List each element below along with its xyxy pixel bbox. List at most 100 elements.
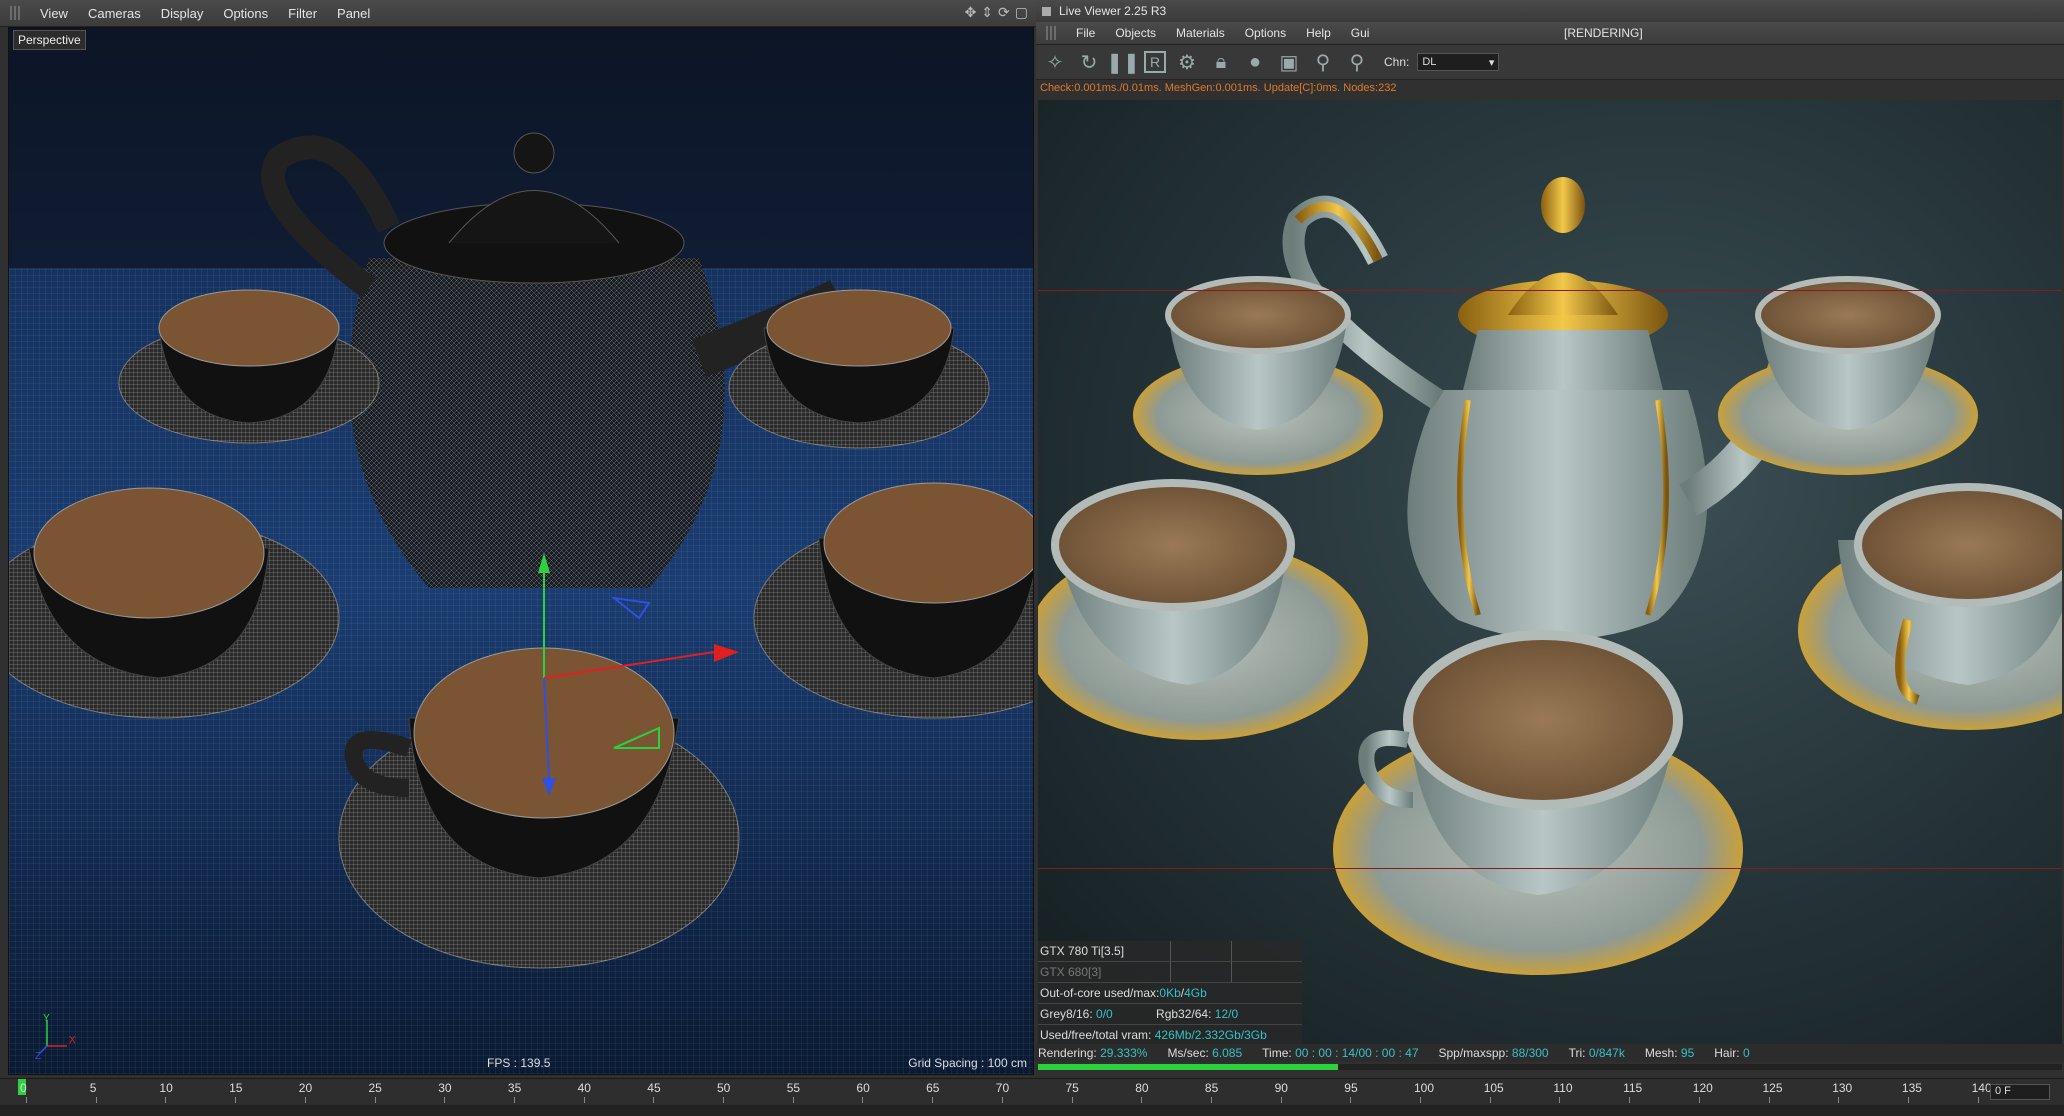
gpu-row[interactable]: GTX 680[3] xyxy=(1038,962,1302,983)
cup-wireframe-front[interactable] xyxy=(338,647,740,969)
lv-menu-materials[interactable]: Materials xyxy=(1166,26,1235,40)
time-label: Time: xyxy=(1262,1046,1292,1060)
wireframe-scene xyxy=(9,132,1033,969)
vram-row: Used/free/total vram: 426Mb/2.332Gb/3Gb xyxy=(1038,1025,1302,1044)
timeline-tick xyxy=(513,1097,515,1103)
timeline-tick xyxy=(444,1097,446,1103)
render-region-icon[interactable]: R xyxy=(1144,51,1166,73)
timeline-tick-label: 115 xyxy=(1623,1081,1643,1095)
gpu-label: GTX 680[3] xyxy=(1040,965,1102,979)
cup-render-back-right[interactable] xyxy=(1718,276,1978,475)
render-status-label: [RENDERING] xyxy=(1564,26,1643,40)
timeline-tick-label: 120 xyxy=(1692,1081,1713,1095)
perspective-viewport[interactable]: Perspective Y X Z FPS : 139.5 Grid Spaci… xyxy=(8,27,1034,1075)
menu-cameras[interactable]: Cameras xyxy=(78,6,151,21)
timeline-tick-label: 105 xyxy=(1483,1081,1504,1095)
timeline-tick xyxy=(1629,1097,1631,1103)
gpu-row[interactable]: GTX 780 Ti[3.5] xyxy=(1038,941,1302,962)
channel-label: Chn: xyxy=(1384,55,1410,69)
menu-view[interactable]: View xyxy=(30,6,78,21)
region-box-icon[interactable]: ▣ xyxy=(1276,49,1302,75)
live-viewer-titlebar[interactable]: Live Viewer 2.25 R3 xyxy=(1036,0,2064,23)
tri-value: 0/847k xyxy=(1588,1046,1625,1060)
timeline-tick-label: 60 xyxy=(856,1081,870,1095)
send-scene-icon[interactable]: ✧ xyxy=(1042,49,1068,75)
cup-render-mid-left[interactable] xyxy=(1038,479,1368,740)
timeline-tick-label: 75 xyxy=(1065,1081,1079,1095)
camera-label[interactable]: Perspective xyxy=(13,30,86,50)
timeline[interactable]: 0 5 10 15 20 25 30 35 40 45 50 55 60 65 70 75 80 85 90 95 10… xyxy=(0,1078,2064,1116)
menu-filter[interactable]: Filter xyxy=(278,6,327,21)
cup-wireframe-back-left[interactable] xyxy=(118,289,380,444)
axis-y-label: Y xyxy=(43,1013,50,1024)
rotate-view-icon[interactable]: ⟳ xyxy=(998,4,1010,21)
cup-wireframe-mid-right[interactable] xyxy=(753,482,1033,719)
cup-render-front[interactable] xyxy=(1333,630,1743,975)
timeline-tick-label: 90 xyxy=(1274,1081,1288,1095)
timeline-tick xyxy=(235,1097,237,1103)
lv-menu-gui[interactable]: Gui xyxy=(1341,26,1380,40)
menu-options[interactable]: Options xyxy=(213,6,278,21)
lv-menu-help[interactable]: Help xyxy=(1296,26,1341,40)
maximize-view-icon[interactable]: ▢ xyxy=(1015,4,1028,21)
menu-display[interactable]: Display xyxy=(151,6,214,21)
live-viewer-title: Live Viewer 2.25 R3 xyxy=(1059,4,1167,18)
timeline-tick-label: 0 xyxy=(20,1081,27,1095)
menu-panel[interactable]: Panel xyxy=(327,6,380,21)
timeline-tick xyxy=(932,1097,934,1103)
timeline-tick xyxy=(1210,1097,1212,1103)
texture-count-row: Grey8/16: 0/0 Rgb32/64: 12/0 xyxy=(1038,1004,1302,1025)
move-view-icon[interactable]: ✥ xyxy=(965,4,977,21)
pick-material-icon[interactable]: ⚲ xyxy=(1344,49,1370,75)
rendering-stat: Rendering: 29.333% xyxy=(1038,1046,1147,1060)
timeline-tick xyxy=(1838,1097,1840,1103)
timeline-tick xyxy=(1768,1097,1770,1103)
grey-value: 0/0 xyxy=(1096,1007,1113,1021)
lv-menu-objects[interactable]: Objects xyxy=(1105,26,1166,40)
dolly-view-icon[interactable]: ⇕ xyxy=(981,4,993,21)
region-guide-top xyxy=(1038,290,2062,291)
hair-stat: Hair: 0 xyxy=(1714,1046,1749,1060)
gpu-label: GTX 780 Ti[3.5] xyxy=(1040,944,1125,958)
current-frame-field[interactable]: 0 F xyxy=(1990,1084,2050,1100)
cup-wireframe-mid-left[interactable] xyxy=(9,487,340,719)
lv-menu-file[interactable]: File xyxy=(1066,26,1105,40)
cup-render-back-left[interactable] xyxy=(1133,276,1383,475)
hair-value: 0 xyxy=(1742,1046,1750,1060)
time-value: 00 : 00 : 14/00 : 00 : 47 xyxy=(1295,1046,1419,1060)
lv-panel-grip-icon[interactable] xyxy=(1046,26,1056,40)
viewport-menubar: View Cameras Display Options Filter Pane… xyxy=(0,0,1036,27)
panel-grip-icon[interactable] xyxy=(10,6,20,20)
spp-value: 88/300 xyxy=(1511,1046,1549,1060)
pick-focus-icon[interactable]: ⚲ xyxy=(1310,49,1336,75)
channel-select[interactable]: DL ▾ xyxy=(1417,53,1500,71)
timeline-tick xyxy=(1907,1097,1909,1103)
lv-menu-options[interactable]: Options xyxy=(1235,26,1296,40)
timeline-tick-label: 45 xyxy=(647,1081,661,1095)
tri-label: Tri: xyxy=(1568,1046,1586,1060)
timeline-tick-label: 140 xyxy=(1971,1081,1992,1095)
render-progress-fill xyxy=(1038,1064,1339,1070)
timeline-tick xyxy=(374,1097,376,1103)
live-viewer-pane: Live Viewer 2.25 R3 File Objects Materia… xyxy=(1036,0,2064,1078)
fps-readout: FPS : 139.5 xyxy=(487,1056,551,1070)
cup-render-mid-right[interactable] xyxy=(1798,483,2062,730)
vram-value: 426Mb/2.332Gb/3Gb xyxy=(1154,1028,1267,1042)
timeline-tick xyxy=(1071,1097,1073,1103)
pause-render-icon[interactable]: ❚❚ xyxy=(1106,49,1140,75)
timeline-tick xyxy=(792,1097,794,1103)
mesh-label: Mesh: xyxy=(1644,1046,1678,1060)
channel-select-value: DL xyxy=(1422,56,1437,68)
settings-gear-icon[interactable]: ⚙ xyxy=(1174,49,1200,75)
material-sphere-icon[interactable]: ● xyxy=(1242,49,1268,75)
render-canvas[interactable]: GTX 780 Ti[3.5] GTX 680[3] Out-of-core u… xyxy=(1038,100,2062,1044)
timeline-tick-label: 65 xyxy=(926,1081,940,1095)
restart-render-icon[interactable]: ↻ xyxy=(1076,49,1102,75)
timeline-tick-label: 20 xyxy=(298,1081,313,1095)
timeline-tick-label: 25 xyxy=(368,1081,382,1095)
window-square-icon[interactable] xyxy=(1042,6,1051,16)
lock-icon[interactable]: 🔒︎ xyxy=(1208,49,1234,75)
timeline-tick xyxy=(26,1097,27,1103)
timeline-tick-label: 130 xyxy=(1832,1081,1853,1095)
timeline-scrollbar[interactable] xyxy=(0,1105,2064,1116)
